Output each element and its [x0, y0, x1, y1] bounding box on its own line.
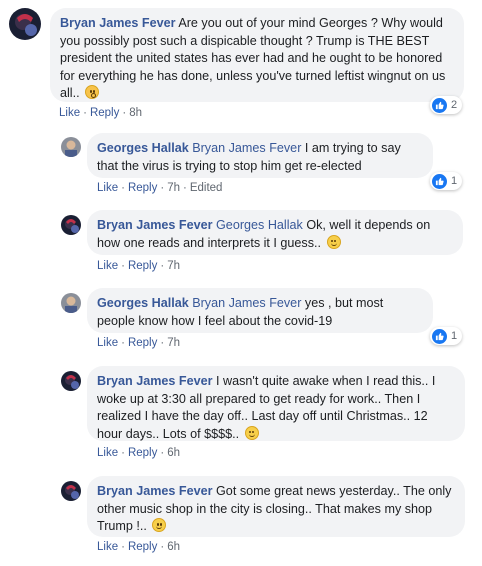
like-thumb-icon — [432, 173, 447, 189]
avatar[interactable] — [61, 215, 81, 235]
timestamp[interactable]: 7h — [167, 337, 180, 349]
comment-author[interactable]: Georges Hallak — [97, 296, 189, 310]
reply-link[interactable]: Reply — [128, 337, 157, 349]
reply-link[interactable]: Reply — [128, 447, 157, 459]
mention-link[interactable]: Bryan James Fever — [192, 141, 301, 155]
like-link[interactable]: Like — [97, 337, 118, 349]
mention-link[interactable]: Bryan James Fever — [192, 296, 301, 310]
mention-link[interactable]: Georges Hallak — [216, 218, 303, 232]
like-thumb-icon — [432, 328, 447, 344]
comment-bubble: Bryan James Fever Are you out of your mi… — [50, 8, 464, 102]
avatar[interactable] — [61, 137, 81, 157]
comment-author[interactable]: Bryan James Fever — [97, 374, 213, 388]
reaction-count[interactable]: 1 — [430, 172, 463, 190]
timestamp[interactable]: 7h — [167, 260, 180, 272]
comment-author[interactable]: Bryan James Fever — [97, 218, 213, 232]
avatar[interactable] — [61, 293, 81, 313]
comment-0: Bryan James Fever Are you out of your mi… — [0, 0, 482, 125]
reply-link[interactable]: Reply — [90, 107, 119, 119]
smiling-face-icon — [244, 425, 259, 440]
avatar[interactable] — [61, 481, 81, 501]
comment-bubble: Georges Hallak Bryan James Fever I am tr… — [87, 133, 433, 178]
reply-link[interactable]: Reply — [128, 260, 157, 272]
reaction-count-number: 1 — [451, 175, 458, 187]
comment-actions: Like · Reply · 6h — [97, 447, 180, 459]
comment-actions: Like · Reply · 6h — [97, 541, 180, 553]
comment-actions: Like · Reply · 8h — [59, 107, 142, 119]
timestamp[interactable]: 8h — [129, 107, 142, 119]
like-link[interactable]: Like — [97, 447, 118, 459]
like-thumb-icon — [432, 97, 447, 113]
smiling-face-icon — [326, 234, 341, 249]
like-link[interactable]: Like — [97, 541, 118, 553]
comment-author[interactable]: Bryan James Fever — [60, 16, 176, 30]
comment-bubble: Georges Hallak Bryan James Fever yes , b… — [87, 288, 433, 333]
comment-author[interactable]: Bryan James Fever — [97, 484, 213, 498]
reply-link[interactable]: Reply — [128, 541, 157, 553]
timestamp[interactable]: 7h — [167, 182, 180, 194]
reaction-count-number: 1 — [451, 330, 458, 342]
like-link[interactable]: Like — [59, 107, 80, 119]
like-link[interactable]: Like — [97, 260, 118, 272]
comment-bubble: Bryan James Fever Got some great news ye… — [87, 476, 465, 537]
reaction-count[interactable]: 2 — [430, 96, 463, 114]
comment-author[interactable]: Georges Hallak — [97, 141, 189, 155]
timestamp[interactable]: 6h — [167, 447, 180, 459]
smiling-face-icon — [152, 518, 167, 532]
comment-actions: Like · Reply · 7h — [97, 337, 180, 349]
flushed-face-icon — [85, 85, 100, 99]
comment-bubble: Bryan James Fever I wasn't quite awake w… — [87, 366, 465, 441]
reaction-count[interactable]: 1 — [430, 327, 463, 345]
reaction-count-number: 2 — [451, 99, 458, 111]
edited-label[interactable]: Edited — [190, 182, 223, 194]
reply-link[interactable]: Reply — [128, 182, 157, 194]
avatar[interactable] — [61, 371, 81, 391]
timestamp[interactable]: 6h — [167, 541, 180, 553]
comment-actions: Like · Reply · 7h — [97, 260, 180, 272]
avatar[interactable] — [9, 8, 41, 40]
like-link[interactable]: Like — [97, 182, 118, 194]
comment-bubble: Bryan James Fever Georges Hallak Ok, wel… — [87, 210, 463, 255]
comment-actions: Like · Reply · 7h · Edited — [97, 182, 223, 194]
